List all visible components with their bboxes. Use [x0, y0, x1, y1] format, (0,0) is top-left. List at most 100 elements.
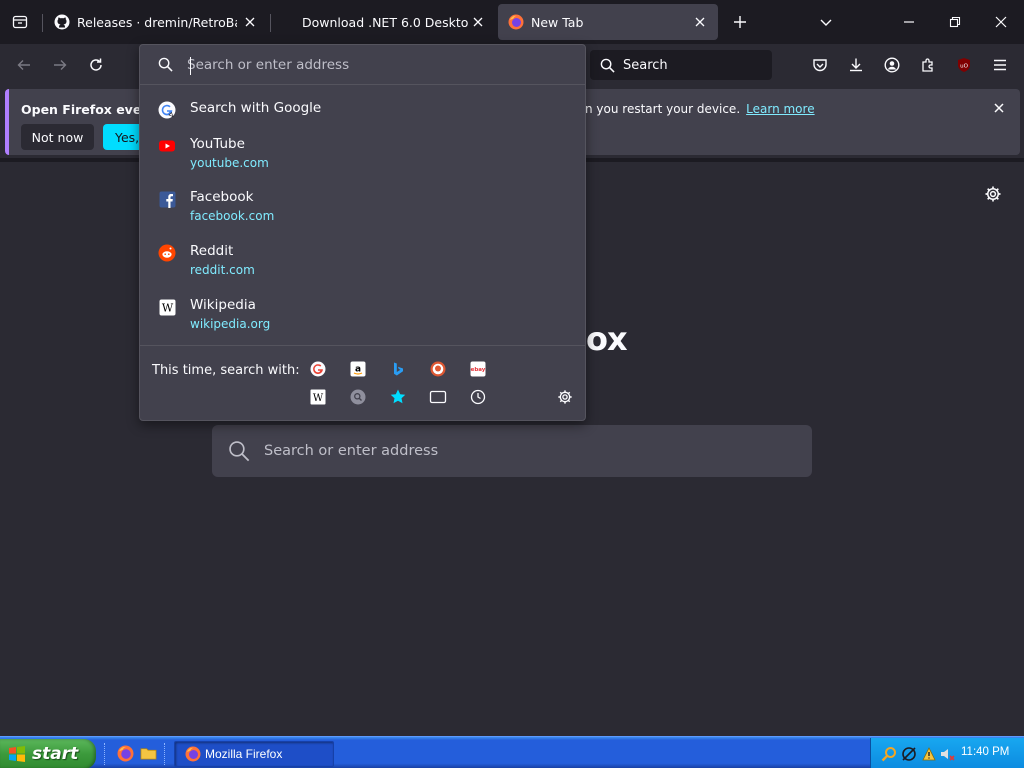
ebay-icon: ebay — [470, 361, 486, 377]
tab-new-tab[interactable]: New Tab — [498, 4, 718, 40]
minimize-button[interactable] — [897, 10, 921, 34]
tab-github[interactable]: Releases · dremin/RetroBar — [44, 4, 268, 40]
result-youtube[interactable]: YouTube youtube.com — [140, 129, 585, 181]
one-off-google-button[interactable] — [307, 358, 329, 380]
svg-text:a: a — [355, 365, 361, 375]
one-off-wikipedia-button[interactable]: W — [307, 386, 329, 408]
history-icon — [470, 389, 486, 405]
result-url: facebook.com — [190, 209, 275, 223]
close-icon — [994, 103, 1004, 113]
extensions-button[interactable] — [916, 53, 940, 77]
search-shortcut-icon — [350, 389, 366, 405]
wikipedia-icon: W — [310, 389, 326, 405]
folder-icon — [140, 747, 156, 760]
menu-button[interactable] — [988, 53, 1012, 77]
volume-muted-icon[interactable] — [939, 746, 955, 762]
magnifier-icon[interactable] — [881, 746, 897, 762]
tabs-icon — [429, 390, 447, 404]
taskbar-item-firefox[interactable]: Mozilla Firefox — [174, 741, 334, 767]
network-icon[interactable] — [901, 746, 917, 762]
one-off-bing-button[interactable] — [387, 358, 409, 380]
learn-more-link[interactable]: Learn more — [746, 102, 814, 116]
close-tab-icon[interactable] — [692, 14, 708, 30]
svg-text:W: W — [161, 301, 173, 314]
hamburger-menu-icon — [994, 59, 1006, 71]
quick-launch-firefox[interactable] — [116, 744, 134, 762]
result-title: Facebook — [190, 189, 254, 205]
quick-launch-explorer[interactable] — [139, 744, 157, 762]
start-button[interactable]: start — [0, 739, 96, 768]
arrow-left-icon — [17, 60, 30, 70]
notification-message-text: n you restart your device. — [585, 102, 741, 116]
one-off-duckduckgo-button[interactable] — [427, 358, 449, 380]
back-button[interactable] — [12, 53, 36, 77]
search-icon — [600, 58, 615, 73]
search-icon — [229, 441, 250, 462]
personalize-new-tab-button[interactable] — [981, 182, 1005, 206]
reddit-icon — [158, 244, 176, 262]
restore-button[interactable] — [943, 10, 967, 34]
start-label: start — [32, 744, 79, 764]
new-tab-button[interactable] — [728, 10, 752, 34]
gear-icon — [985, 186, 1001, 202]
svg-text:W: W — [313, 393, 324, 404]
result-facebook[interactable]: Facebook facebook.com — [140, 182, 585, 234]
google-icon — [310, 361, 326, 377]
result-title: Reddit — [190, 243, 234, 259]
search-bar[interactable]: Search — [590, 50, 772, 80]
tab-separator — [270, 14, 271, 32]
facebook-icon — [158, 190, 176, 208]
new-tab-search-placeholder: Search or enter address — [264, 443, 439, 459]
plus-icon — [734, 16, 746, 28]
one-off-search-shortcut-button[interactable] — [347, 386, 369, 408]
result-title: Wikipedia — [190, 297, 256, 313]
wikipedia-icon: W — [158, 298, 176, 316]
reload-icon — [90, 58, 102, 71]
result-url: reddit.com — [190, 263, 255, 277]
one-off-history-button[interactable] — [467, 386, 489, 408]
one-off-bookmarks-button[interactable] — [387, 386, 409, 408]
search-icon — [158, 57, 173, 72]
result-wikipedia[interactable]: W Wikipedia wikipedia.org — [140, 290, 585, 342]
one-off-amazon-button[interactable]: a — [347, 358, 369, 380]
close-window-button[interactable] — [989, 10, 1013, 34]
forward-button[interactable] — [48, 53, 72, 77]
ublock-origin-icon: uO — [958, 58, 970, 72]
arrow-right-icon — [54, 60, 67, 70]
windows-logo-icon — [9, 746, 25, 762]
urlbar — [140, 45, 585, 85]
tab-dotnet[interactable]: Download .NET 6.0 Desktop Runtime — [272, 4, 496, 40]
one-off-tabs-button[interactable] — [427, 386, 449, 408]
search-settings-button[interactable] — [554, 386, 576, 408]
firefox-view-button[interactable] — [8, 10, 32, 34]
new-tab-search-box[interactable]: Search or enter address — [212, 425, 812, 477]
result-title: Search with Google — [190, 100, 322, 116]
tab-label: Download .NET 6.0 Desktop Runtime — [302, 14, 468, 30]
firefox-icon — [185, 746, 201, 762]
pocket-button[interactable] — [808, 53, 832, 77]
reload-button[interactable] — [84, 53, 108, 77]
update-icon[interactable] — [921, 746, 937, 762]
account-button[interactable] — [880, 53, 904, 77]
text-cursor — [190, 57, 191, 75]
svg-text:uO: uO — [960, 64, 968, 70]
one-off-ebay-button[interactable]: ebay — [467, 358, 489, 380]
ublock-origin-button[interactable]: uO — [952, 53, 976, 77]
result-title: YouTube — [190, 136, 245, 152]
firefox-view-icon — [12, 15, 28, 29]
download-icon — [850, 58, 862, 72]
github-icon — [54, 14, 70, 30]
list-all-tabs-button[interactable] — [814, 10, 838, 34]
downloads-button[interactable] — [844, 53, 868, 77]
quick-launch-separator — [164, 743, 168, 765]
close-tab-icon[interactable] — [470, 14, 486, 30]
close-tab-icon[interactable] — [242, 14, 258, 30]
duckduckgo-icon — [430, 361, 446, 377]
urlbar-input[interactable] — [187, 56, 527, 73]
not-now-button[interactable]: Not now — [21, 124, 94, 150]
result-url: youtube.com — [190, 156, 269, 170]
close-notification-button[interactable] — [990, 99, 1008, 117]
result-reddit[interactable]: Reddit reddit.com — [140, 236, 585, 288]
urlbar-dropdown: Search with Google YouTube youtube.com F… — [139, 44, 586, 421]
firefox-wordmark: ox — [586, 320, 628, 358]
